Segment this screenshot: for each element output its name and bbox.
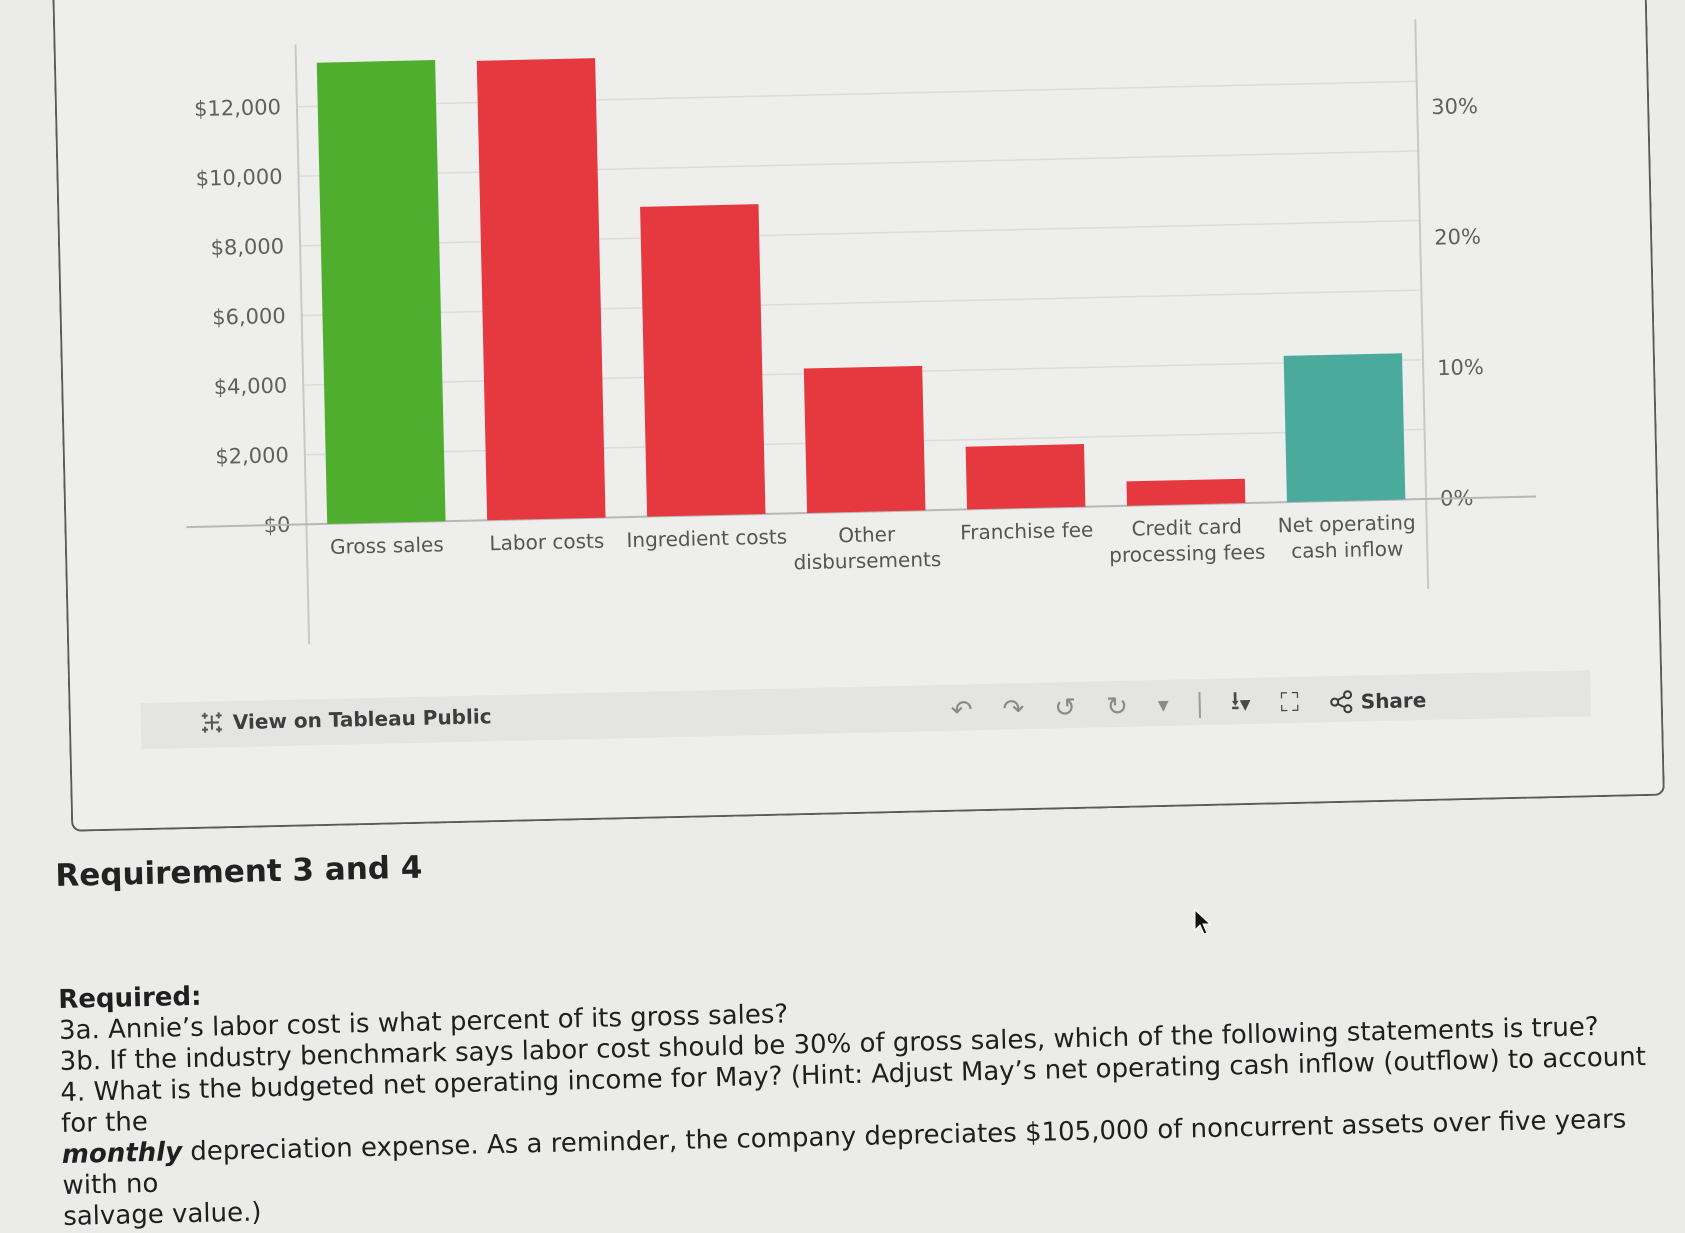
gridline xyxy=(300,221,1420,246)
y-tick-label: $10,000 xyxy=(195,165,282,191)
gridline xyxy=(297,81,1417,106)
y2-tick-label: 20% xyxy=(1434,225,1481,250)
view-on-tableau-public-link[interactable]: View on Tableau Public xyxy=(199,703,492,736)
view-on-tableau-public-label: View on Tableau Public xyxy=(233,704,492,734)
bar-labor-costs[interactable] xyxy=(477,58,606,520)
gridline xyxy=(302,290,1422,315)
x-category-label: disbursements xyxy=(793,547,941,574)
share-button[interactable]: Share xyxy=(1328,687,1426,715)
y-tick-label: $6,000 xyxy=(212,304,286,330)
x-category-label: Credit card xyxy=(1131,514,1242,540)
fullscreen-icon[interactable]: ⛶ xyxy=(1280,687,1299,718)
x-category-label: cash inflow xyxy=(1291,536,1404,563)
bar-chart: $0$2,000$4,000$6,000$8,000$10,000$12,000… xyxy=(126,14,1651,708)
x-category-label: Gross sales xyxy=(330,532,444,559)
toolbar-divider xyxy=(1198,692,1201,718)
y-tick-label: $8,000 xyxy=(210,234,284,260)
x-category-label: Net operating xyxy=(1277,510,1415,537)
y-tick-label: $4,000 xyxy=(214,374,288,400)
x-category-label: Other xyxy=(838,522,896,547)
x-category-label: Labor costs xyxy=(489,529,604,556)
dropdown-arrow-icon[interactable]: ▼ xyxy=(1158,698,1169,714)
refresh-icon[interactable]: ↻ xyxy=(1106,692,1128,722)
bar-other-disbursements[interactable] xyxy=(804,366,926,513)
toolbar-actions: ↶ ↷ ↺ ↻ ▼ ⭳▼ ⛶ Share xyxy=(950,678,1427,733)
bar-credit-card-processing-fees[interactable] xyxy=(1126,479,1245,506)
bar-net-operating-cash-inflow[interactable] xyxy=(1284,353,1406,502)
y2-axis-line xyxy=(1415,19,1428,589)
tableau-logo-icon xyxy=(199,709,226,736)
x-category-label: Franchise fee xyxy=(960,518,1094,545)
requirements-text: Required: 3a. Annie’s labor cost is what… xyxy=(58,949,1663,1233)
bar-ingredient-costs[interactable] xyxy=(640,204,765,516)
gridline xyxy=(299,151,1419,176)
tableau-embed-card: $0$2,000$4,000$6,000$8,000$10,000$12,000… xyxy=(52,0,1665,832)
download-icon[interactable]: ⭳▼ xyxy=(1230,682,1251,726)
undo-icon[interactable]: ↶ xyxy=(950,695,972,725)
x-category-label: processing fees xyxy=(1109,540,1266,568)
share-icon xyxy=(1328,689,1355,716)
y2-tick-label: 10% xyxy=(1437,355,1484,380)
y-axis-line xyxy=(296,44,310,644)
y-tick-label: $2,000 xyxy=(215,443,289,469)
section-title: Requirement 3 and 4 xyxy=(55,850,423,894)
revert-icon[interactable]: ↺ xyxy=(1054,693,1076,723)
mouse-cursor-icon xyxy=(1193,908,1213,936)
bar-gross-sales[interactable] xyxy=(317,60,446,524)
emphasis-monthly: monthly xyxy=(62,1137,183,1170)
y2-tick-label: 30% xyxy=(1431,94,1478,119)
y-tick-label: $12,000 xyxy=(194,95,281,121)
redo-icon[interactable]: ↷ xyxy=(1002,694,1024,724)
x-category-label: Ingredient costs xyxy=(626,524,787,552)
bar-franchise-fee[interactable] xyxy=(966,444,1086,509)
chart-svg: $0$2,000$4,000$6,000$8,000$10,000$12,000… xyxy=(126,14,1651,708)
share-label: Share xyxy=(1360,688,1426,713)
